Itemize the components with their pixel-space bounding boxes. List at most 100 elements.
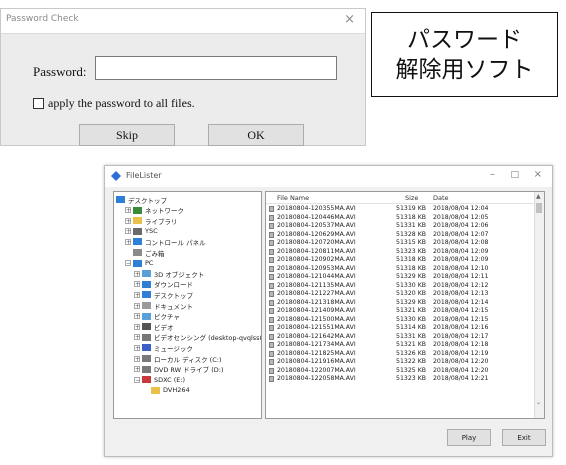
- tree-expander-icon[interactable]: +: [125, 238, 131, 245]
- caption-line-1: パスワード: [407, 26, 522, 53]
- file-row[interactable]: 20180804-121916MA.AVI 51322 KB 2018/08/04 …: [266, 358, 535, 366]
- file-row[interactable]: 20180804-120902MA.AVI 51318 KB 2018/08/04 …: [266, 256, 535, 264]
- apply-all-checkbox[interactable]: [33, 98, 44, 109]
- tree-item[interactable]: DVH264: [143, 386, 190, 395]
- file-name: 20180804-121318MA.AVI: [277, 298, 356, 306]
- tree-expander-icon[interactable]: −: [125, 260, 131, 267]
- tree-expander-icon[interactable]: +: [134, 270, 140, 277]
- column-header-name[interactable]: File Name: [277, 194, 309, 202]
- scroll-thumb[interactable]: [536, 203, 542, 213]
- column-header-size[interactable]: Size: [405, 194, 418, 202]
- file-list[interactable]: File Name Size Date ▲ ⌄ 20180804-120355M…: [265, 191, 545, 419]
- tree-expander-icon[interactable]: +: [134, 355, 140, 362]
- tree-expander-icon[interactable]: +: [134, 291, 140, 298]
- tree-expander-icon[interactable]: −: [134, 376, 140, 383]
- tree-item[interactable]: + ピクチャ: [134, 312, 180, 321]
- password-input[interactable]: [95, 56, 337, 80]
- tree-expander-icon[interactable]: +: [134, 323, 140, 330]
- tree-item[interactable]: − SDXC (E:): [134, 375, 185, 384]
- tree-item[interactable]: + ローカル ディスク (C:): [134, 354, 221, 364]
- tree-item[interactable]: + ビデオセンシング (desktop-qvqlss8q): [134, 333, 262, 343]
- tree-expander-icon[interactable]: +: [125, 228, 131, 235]
- video-file-icon: [269, 359, 274, 365]
- tree-item[interactable]: + ネットワーク: [125, 206, 184, 215]
- file-row[interactable]: 20180804-120953MA.AVI 51318 KB 2018/08/04 …: [266, 265, 535, 273]
- tree-expander-icon[interactable]: +: [134, 281, 140, 288]
- tree-item-label: 3D オブジェクト: [154, 270, 205, 279]
- tree-expander-icon[interactable]: +: [134, 334, 140, 341]
- column-header-date[interactable]: Date: [433, 194, 449, 202]
- file-row[interactable]: 20180804-122007MA.AVI 51325 KB 2018/08/04 …: [266, 367, 535, 375]
- file-row[interactable]: 20180804-120355MA.AVI 51319 KB 2018/08/04 …: [266, 205, 535, 213]
- desktop-icon: [116, 196, 125, 203]
- file-name: 20180804-121500MA.AVI: [277, 315, 356, 323]
- scroll-up-icon[interactable]: ▲: [536, 193, 541, 200]
- close-icon[interactable]: ×: [344, 12, 355, 27]
- tree-item-label: コントロール パネル: [145, 238, 206, 247]
- scroll-down-icon[interactable]: ⌄: [536, 399, 541, 406]
- exit-button[interactable]: Exit: [502, 429, 546, 446]
- file-row[interactable]: 20180804-121642MA.AVI 51331 KB 2018/08/04 …: [266, 333, 535, 341]
- file-row[interactable]: 20180804-121551MA.AVI 51314 KB 2018/08/04 …: [266, 324, 535, 332]
- minimize-icon[interactable]: –: [490, 169, 495, 180]
- tree-expander-icon[interactable]: +: [125, 217, 131, 224]
- tree-item[interactable]: + DVD RW ドライブ (D:): [134, 365, 224, 374]
- tree-item[interactable]: デスクトップ: [116, 195, 167, 205]
- tree-item[interactable]: +3D オブジェクト: [134, 269, 205, 279]
- file-row[interactable]: 20180804-120811MA.AVI 51323 KB 2018/08/04 …: [266, 248, 535, 256]
- file-row[interactable]: 20180804-121227MA.AVI 51320 KB 2018/08/04 …: [266, 290, 535, 298]
- file-row[interactable]: 20180804-121409MA.AVI 51321 KB 2018/08/04 …: [266, 307, 535, 315]
- tree-expander-icon[interactable]: +: [134, 313, 140, 320]
- tree-item[interactable]: + ミュージック: [134, 343, 193, 353]
- file-row[interactable]: 20180804-120537MA.AVI 51331 KB 2018/08/04 …: [266, 222, 535, 230]
- close-icon[interactable]: ×: [534, 169, 542, 180]
- tree-item[interactable]: + ドキュメント: [134, 301, 193, 311]
- file-size: 51315 KB: [396, 239, 426, 246]
- file-row[interactable]: 20180804-121825MA.AVI 51326 KB 2018/08/04 …: [266, 350, 535, 358]
- file-row[interactable]: 20180804-121135MA.AVI 51330 KB 2018/08/04 …: [266, 282, 535, 290]
- sd-card-icon: [142, 376, 151, 384]
- tree-item[interactable]: ごみ箱: [125, 248, 165, 258]
- file-name: 20180804-122058MA.AVI: [277, 375, 356, 382]
- tree-item[interactable]: + YSC: [125, 227, 158, 236]
- video-file-icon: [269, 248, 274, 255]
- tree-item[interactable]: + ダウンロード: [134, 280, 193, 289]
- file-size: 51321 KB: [396, 307, 426, 314]
- tree-item-label: ライブラリ: [145, 217, 178, 226]
- skip-button[interactable]: Skip: [79, 124, 175, 146]
- tree-item[interactable]: + ライブラリ: [125, 216, 178, 226]
- maximize-icon[interactable]: □: [510, 170, 519, 180]
- video-file-icon: [269, 299, 274, 306]
- video-file-icon: [269, 223, 274, 229]
- tree-item-label: ビデオセンシング (desktop-qvqlss8q): [154, 334, 262, 343]
- file-name: 20180804-121135MA.AVI: [277, 281, 356, 289]
- ok-button[interactable]: OK: [208, 124, 304, 146]
- tree-expander-icon[interactable]: +: [125, 207, 131, 214]
- file-row[interactable]: 20180804-122058MA.AVI 51323 KB 2018/08/04 …: [266, 375, 535, 383]
- file-row[interactable]: 20180804-120629MA.AVI 51328 KB 2018/08/04 …: [266, 231, 535, 239]
- file-size: 51318 KB: [396, 264, 426, 272]
- file-name: 20180804-121825MA.AVI: [277, 349, 356, 357]
- tree-item[interactable]: − PC: [125, 259, 153, 268]
- file-row[interactable]: 20180804-120446MA.AVI 51318 KB 2018/08/04 …: [266, 214, 535, 222]
- folder-tree[interactable]: デスクトップ + ネットワーク + ライブラリ + YSC + コントロール パネル ごみ箱 − PC…: [113, 191, 262, 419]
- file-row[interactable]: 20180804-120720MA.AVI 51315 KB 2018/08/04 …: [266, 239, 535, 247]
- tree-expander-icon[interactable]: +: [134, 366, 140, 373]
- file-row[interactable]: 20180804-121500MA.AVI 51330 KB 2018/08/04 …: [266, 316, 535, 324]
- video-file-icon: [269, 282, 274, 289]
- file-list-scrollbar[interactable]: ▲ ⌄: [534, 192, 544, 418]
- tree-expander-icon[interactable]: +: [134, 302, 140, 309]
- tree-item[interactable]: + コントロール パネル: [125, 237, 206, 247]
- file-row[interactable]: 20180804-121044MA.AVI 51329 KB 2018/08/04 …: [266, 273, 535, 281]
- apply-all-row[interactable]: apply the password to all files.: [33, 96, 195, 111]
- file-date: 2018/08/04 12:10: [433, 264, 489, 272]
- file-row[interactable]: 20180804-121734MA.AVI 51321 KB 2018/08/04 …: [266, 341, 535, 349]
- video-file-icon: [269, 257, 274, 263]
- tree-item[interactable]: + デスクトップ: [134, 290, 193, 300]
- tree-expander-icon[interactable]: +: [134, 344, 140, 351]
- tree-item-label: PC: [145, 259, 154, 268]
- video-file-icon: [269, 333, 274, 340]
- tree-item[interactable]: + ビデオ: [134, 322, 174, 332]
- play-button[interactable]: Play: [447, 429, 491, 446]
- file-row[interactable]: 20180804-121318MA.AVI 51329 KB 2018/08/04 …: [266, 299, 535, 307]
